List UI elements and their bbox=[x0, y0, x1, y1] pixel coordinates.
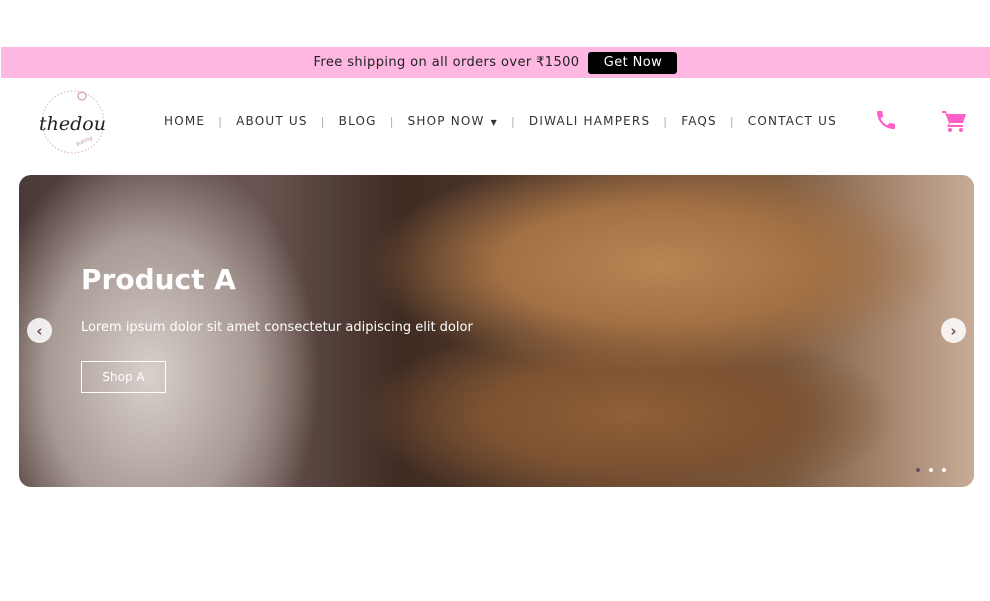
nav-shop-now-label: SHOP NOW bbox=[407, 114, 485, 128]
nav-blog[interactable]: BLOG bbox=[339, 114, 377, 128]
svg-text:baking: baking bbox=[75, 135, 93, 148]
carousel-dot-1[interactable] bbox=[916, 468, 920, 472]
main-nav: HOME | ABOUT US | BLOG | SHOP NOW ▼ | DIWALI … bbox=[164, 114, 837, 128]
get-now-button[interactable]: Get Now bbox=[588, 51, 678, 74]
carousel-dots bbox=[916, 468, 946, 472]
nav-divider: | bbox=[510, 114, 516, 128]
nav-divider: | bbox=[218, 114, 224, 128]
nav-divider: | bbox=[389, 114, 395, 128]
promo-bar: Free shipping on all orders over ₹1500 G… bbox=[1, 47, 990, 78]
promo-text: Free shipping on all orders over ₹1500 bbox=[313, 55, 580, 70]
nav-divider: | bbox=[729, 114, 735, 128]
shop-a-button[interactable]: Shop A bbox=[81, 361, 166, 393]
chevron-right-icon[interactable]: › bbox=[941, 318, 966, 343]
chevron-left-icon[interactable]: ‹ bbox=[27, 318, 52, 343]
logo[interactable]: thedou baking bbox=[35, 88, 111, 156]
nav-diwali-hampers[interactable]: DIWALI HAMPERS bbox=[529, 114, 650, 128]
hero-carousel: Product A Lorem ipsum dolor sit amet con… bbox=[19, 175, 974, 487]
nav-about-us[interactable]: ABOUT US bbox=[236, 114, 308, 128]
nav-faqs[interactable]: FAQS bbox=[681, 114, 717, 128]
phone-icon[interactable] bbox=[874, 108, 898, 132]
svg-text:thedou: thedou bbox=[39, 113, 106, 135]
cart-icon[interactable] bbox=[941, 109, 967, 133]
nav-shop-now[interactable]: SHOP NOW ▼ bbox=[408, 114, 498, 128]
nav-home[interactable]: HOME bbox=[164, 114, 205, 128]
caret-down-icon: ▼ bbox=[490, 118, 498, 127]
hero-subtitle: Lorem ipsum dolor sit amet consectetur a… bbox=[81, 320, 473, 335]
nav-divider: | bbox=[663, 114, 669, 128]
nav-divider: | bbox=[320, 114, 326, 128]
nav-contact-us[interactable]: CONTACT US bbox=[748, 114, 837, 128]
hero-title: Product A bbox=[81, 263, 236, 296]
carousel-dot-3[interactable] bbox=[942, 468, 946, 472]
carousel-dot-2[interactable] bbox=[929, 468, 933, 472]
